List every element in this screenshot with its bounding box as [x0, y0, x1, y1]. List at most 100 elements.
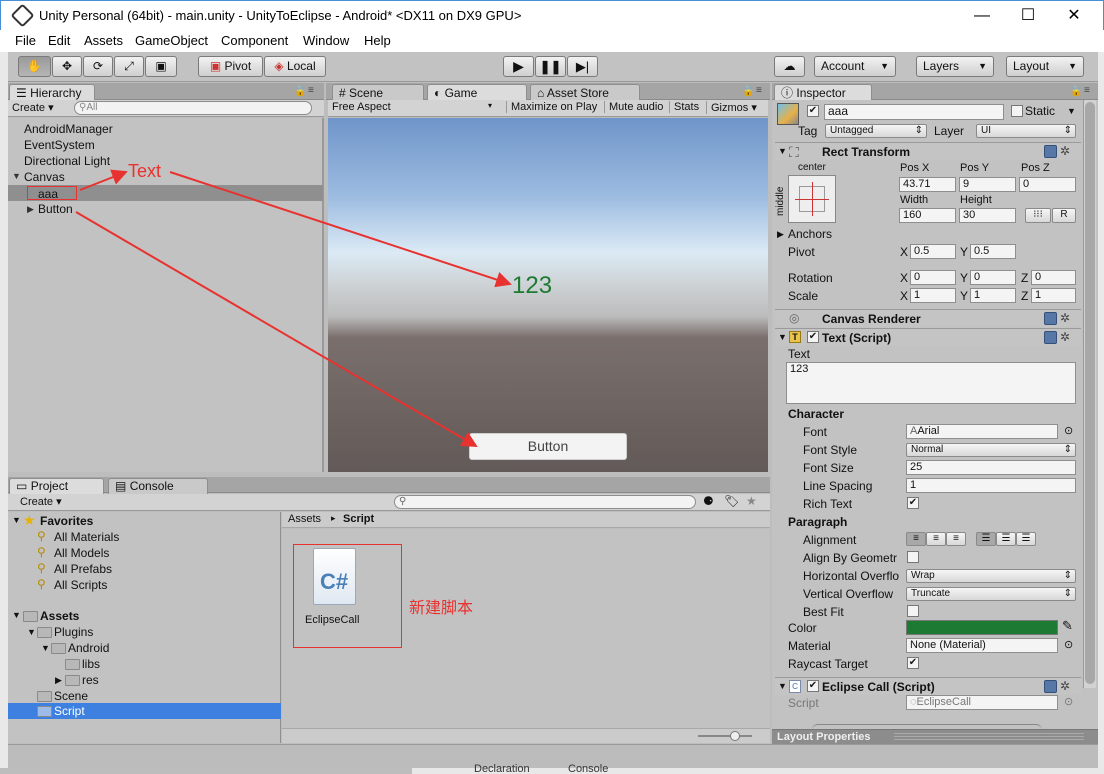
assets-folder[interactable]: Assets	[40, 609, 79, 623]
material-field[interactable]: None (Material)	[906, 638, 1058, 653]
csharp-script-icon[interactable]: C#	[313, 548, 356, 605]
hierarchy-search-input[interactable]: ⚲All	[74, 101, 312, 115]
hierarchy-item-aaa[interactable]: aaa	[38, 187, 58, 201]
font-style-dropdown[interactable]: Normal ⇕	[906, 443, 1076, 457]
tab-project[interactable]: ▭ Project	[9, 478, 104, 494]
posy-input[interactable]: 9	[959, 177, 1016, 192]
step-button[interactable]: ▶|	[567, 56, 598, 77]
stats-toggle[interactable]: Stats	[669, 101, 699, 113]
help-book-icon[interactable]	[1044, 145, 1057, 158]
lock-icon[interactable]: 🔒	[294, 86, 306, 97]
help-book-icon[interactable]	[1044, 680, 1057, 693]
pause-button[interactable]: ❚❚	[535, 56, 566, 77]
hierarchy-item-eventsystem[interactable]: EventSystem	[24, 138, 95, 152]
height-input[interactable]: 30	[959, 208, 1016, 223]
scale-tool-icon[interactable]: ⤢	[114, 56, 144, 77]
folder-libs[interactable]: libs	[82, 657, 100, 671]
scale-x-input[interactable]: 1	[910, 288, 956, 303]
align-center-icon[interactable]: ≡	[926, 532, 946, 546]
favorite-all-scripts[interactable]: All Scripts	[54, 578, 107, 592]
move-tool-icon[interactable]: ✥	[52, 56, 82, 77]
gameobject-name-input[interactable]: aaa	[824, 104, 1004, 120]
minimize-icon[interactable]: —	[959, 1, 1005, 31]
expand-arrow-icon[interactable]: ▶	[55, 675, 62, 686]
menu-gameobject[interactable]: GameObject	[135, 33, 208, 48]
breadcrumb-script[interactable]: Script	[343, 513, 374, 525]
filter-label-icon[interactable]: 🏷	[724, 494, 739, 508]
gear-icon[interactable]: ✲	[1060, 311, 1070, 325]
menu-help[interactable]: Help	[364, 33, 391, 48]
rect-transform-header[interactable]: ▼ ⛶ Rect Transform ✲	[775, 142, 1081, 160]
panel-menu-icon[interactable]: ≡	[756, 85, 762, 96]
object-picker-icon[interactable]: ⊙	[1064, 638, 1073, 651]
align-left-icon[interactable]: ≡	[906, 532, 926, 546]
posz-input[interactable]: 0	[1019, 177, 1076, 192]
folder-android[interactable]: Android	[68, 641, 109, 655]
blueprint-mode-icon[interactable]: ⁝⁝⁝	[1025, 208, 1051, 223]
folder-plugins[interactable]: Plugins	[54, 625, 93, 639]
file-eclipsecall[interactable]: EclipseCall	[305, 614, 359, 626]
eclipse-call-enabled-checkbox[interactable]: ✔	[807, 680, 819, 692]
collapse-arrow-icon[interactable]: ▼	[778, 332, 787, 342]
collapse-arrow-icon[interactable]: ▼	[778, 146, 787, 156]
expand-arrow-icon[interactable]: ▼	[12, 610, 21, 620]
layers-dropdown[interactable]: Layers ▼	[916, 56, 994, 77]
dropdown-arrow-icon[interactable]: ▼	[1067, 106, 1076, 116]
inspector-scrollbar[interactable]	[1083, 100, 1096, 688]
close-icon[interactable]: ✕	[1051, 1, 1097, 31]
hierarchy-item-button[interactable]: Button	[38, 202, 73, 216]
expand-arrow-icon[interactable]: ▼	[12, 171, 21, 181]
line-spacing-input[interactable]: 1	[906, 478, 1076, 493]
align-right-icon[interactable]: ≡	[946, 532, 966, 546]
maximize-icon[interactable]: ☐	[1005, 1, 1051, 31]
hand-tool-icon[interactable]: ✋	[18, 56, 51, 77]
object-picker-icon[interactable]: ⊙	[1064, 424, 1073, 437]
text-area[interactable]: 123	[786, 362, 1076, 404]
anchors-label[interactable]: Anchors	[788, 227, 832, 241]
eyedropper-icon[interactable]: ✎	[1062, 618, 1073, 634]
rotate-tool-icon[interactable]: ⟳	[83, 56, 113, 77]
expand-arrow-icon[interactable]: ▼	[41, 643, 50, 653]
posx-input[interactable]: 43.71	[899, 177, 956, 192]
font-size-input[interactable]: 25	[906, 460, 1076, 475]
favorite-all-prefabs[interactable]: All Prefabs	[54, 562, 112, 576]
text-enabled-checkbox[interactable]: ✔	[807, 331, 819, 343]
panel-menu-icon[interactable]: ≡	[308, 85, 314, 96]
layout-properties-bar[interactable]: Layout Properties	[772, 729, 1098, 744]
aspect-dropdown[interactable]: Free Aspect ▾	[332, 101, 492, 113]
active-checkbox[interactable]: ✔	[807, 105, 819, 117]
gizmos-dropdown[interactable]: Gizmos ▾	[706, 101, 757, 114]
rotation-z-input[interactable]: 0	[1031, 270, 1076, 285]
font-field[interactable]: AArial	[906, 424, 1058, 439]
align-top-icon[interactable]: ☰	[976, 532, 996, 546]
maximize-on-play-toggle[interactable]: Maximize on Play	[506, 101, 597, 113]
gear-icon[interactable]: ✲	[1060, 679, 1070, 693]
vertical-overflow-dropdown[interactable]: Truncate ⇕	[906, 587, 1076, 601]
favorite-all-models[interactable]: All Models	[54, 546, 109, 560]
hierarchy-item-canvas[interactable]: Canvas	[24, 170, 65, 184]
raw-edit-button[interactable]: R	[1052, 208, 1076, 223]
play-button[interactable]: ▶	[503, 56, 534, 77]
best-fit-checkbox[interactable]	[907, 605, 919, 617]
game-button[interactable]: Button	[469, 433, 627, 460]
width-input[interactable]: 160	[899, 208, 956, 223]
menu-assets[interactable]: Assets	[84, 33, 123, 48]
expand-arrow-icon[interactable]: ▼	[27, 627, 36, 637]
help-book-icon[interactable]	[1044, 331, 1057, 344]
tab-console[interactable]: ▤ Console	[108, 478, 208, 494]
folder-res[interactable]: res	[82, 673, 99, 687]
rotation-x-input[interactable]: 0	[910, 270, 956, 285]
folder-script[interactable]: Script	[54, 704, 85, 718]
project-search-input[interactable]: ⚲	[394, 495, 696, 509]
raycast-target-checkbox[interactable]: ✔	[907, 657, 919, 669]
local-button[interactable]: ◈ Local	[264, 56, 326, 77]
menu-component[interactable]: Component	[221, 33, 288, 48]
canvas-renderer-header[interactable]: ◎ Canvas Renderer ✲	[775, 309, 1081, 327]
horizontal-overflow-dropdown[interactable]: Wrap ⇕	[906, 569, 1076, 583]
mute-audio-toggle[interactable]: Mute audio	[604, 101, 663, 113]
layer-dropdown[interactable]: UI ⇕	[976, 124, 1076, 138]
align-bottom-icon[interactable]: ☰	[1016, 532, 1036, 546]
filter-type-icon[interactable]: ⚈	[703, 494, 714, 508]
panel-menu-icon[interactable]: ≡	[1084, 85, 1090, 96]
menu-edit[interactable]: Edit	[48, 33, 70, 48]
